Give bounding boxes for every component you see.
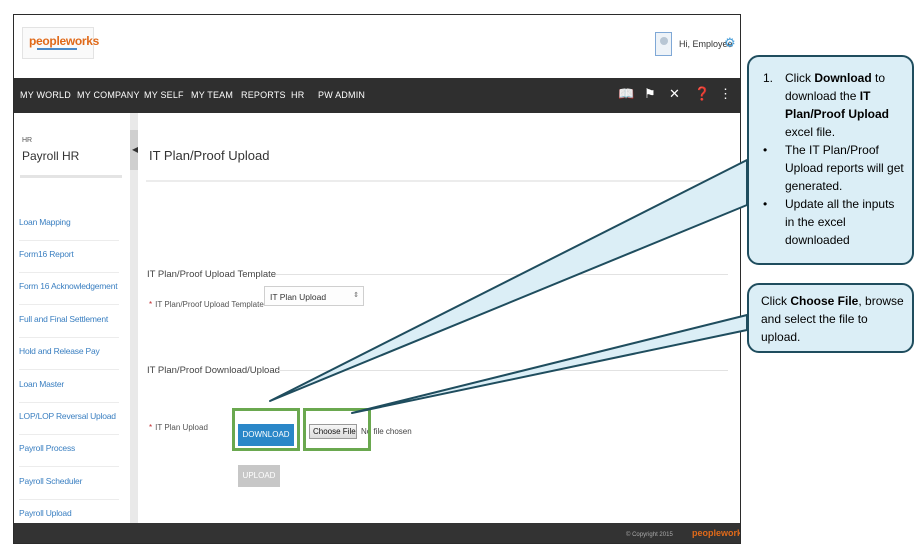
callout-bullet: • The IT Plan/Proof Upload reports will … [759,141,904,195]
nav-reports[interactable]: REPORTS [241,90,286,100]
download-callout: 1. Click Download to download the IT Pla… [747,55,914,265]
plan-upload-label-text: IT Plan Upload [155,423,208,432]
template-section-rule [276,274,728,275]
callout-bullet: • Update all the inputs in the excel dow… [759,195,904,249]
required-note-text: Req [684,208,699,217]
logo-underline [37,48,77,50]
bullet-mark: • [763,143,768,157]
step-prefix: Click [785,71,815,85]
sidebar-item-loan-master[interactable]: Loan Master [19,371,119,403]
footer: © Copyright 2015 peopleworks [14,523,740,543]
download-highlight-box [232,408,300,451]
company-logo[interactable]: peopleworks [22,27,99,59]
select-arrows-icon: ⇕ [353,292,359,299]
required-star: * [149,423,153,432]
required-star: * [149,300,153,309]
template-select-value: IT Plan Upload [270,292,327,302]
title-divider [146,180,726,182]
choose-file-callout: Click Choose File, browse and select the… [747,283,914,353]
download-section-heading: IT Plan/Proof Download/Upload [147,365,280,376]
bullet-mark: • [763,197,768,211]
step-suffix: excel file. [785,125,836,139]
template-select[interactable]: IT Plan Upload ⇕ [264,286,364,306]
choose-file-highlight-box [303,408,371,451]
logo-text: peopleworks [29,34,100,48]
bullet-text: Update all the inputs in the excel downl… [785,197,895,247]
sidebar-item-payroll-scheduler[interactable]: Payroll Scheduler [19,468,119,500]
step-text: Click Download to download the IT Plan/P… [785,69,904,141]
tools-icon[interactable]: ✕ [669,87,680,101]
footer-logo: peopleworks [692,528,740,538]
nav-my-team[interactable]: MY TEAM [191,90,233,100]
step-bold-download: Download [814,71,872,85]
required-note: * Req [678,208,699,217]
flag-icon[interactable]: ⚑ [644,87,656,101]
plan-upload-label: * IT Plan Upload [149,423,208,432]
choose-bold: Choose File [790,294,859,308]
template-label-text: IT Plan/Proof Upload Template [155,300,264,309]
nav-my-world[interactable]: MY WORLD [20,90,71,100]
download-section-rule [276,370,728,371]
sidebar-item-form16-report[interactable]: Form16 Report [19,241,119,273]
gear-icon[interactable]: ⚙ [724,36,736,49]
avatar[interactable] [655,32,672,56]
top-bar: peopleworks Hi, Employee ⚙ [14,15,740,78]
nav-hr[interactable]: HR [291,90,304,100]
sidebar-item-full-final-settlement[interactable]: Full and Final Settlement [19,306,119,338]
main-content: IT Plan/Proof Upload * Req IT Plan/Proof … [138,113,740,523]
sidebar-item-loan-mapping[interactable]: Loan Mapping [19,209,119,241]
main-navigation: MY WORLD MY COMPANY MY SELF MY TEAM REPO… [14,78,740,113]
callout-step: 1. Click Download to download the IT Pla… [759,69,904,141]
page-title: IT Plan/Proof Upload [149,148,270,163]
template-field-label: * IT Plan/Proof Upload Template [149,300,264,309]
sidebar-divider [20,175,122,178]
sidebar-item-hold-release-pay[interactable]: Hold and Release Pay [19,338,119,370]
nav-pw-admin[interactable]: PW ADMIN [318,90,365,100]
sidebar-title: Payroll HR [22,149,80,163]
bullet-text: The IT Plan/Proof Upload reports will ge… [785,143,904,193]
choose-prefix: Click [761,294,791,308]
help-icon[interactable]: ❓ [694,87,710,101]
step-number: 1. [763,71,774,85]
nav-my-company[interactable]: MY COMPANY [77,90,140,100]
sidebar: HR Payroll HR Loan Mapping Form16 Report… [14,113,130,523]
template-section-heading: IT Plan/Proof Upload Template [147,269,277,280]
sidebar-collapse-track[interactable] [130,113,138,523]
book-icon[interactable]: 📖 [618,87,634,101]
sidebar-module: HR [22,137,33,144]
sidebar-item-payroll-process[interactable]: Payroll Process [19,435,119,467]
copyright-text: © Copyright 2015 [626,532,673,538]
required-star: * [678,208,682,217]
sidebar-item-form16-acknowledgement[interactable]: Form 16 Acknowledgement [19,273,119,305]
share-icon[interactable]: ⋮ [719,87,732,101]
app-window: peopleworks Hi, Employee ⚙ MY WORLD MY C… [13,14,741,544]
nav-my-self[interactable]: MY SELF [144,90,184,100]
sidebar-item-lop-reversal-upload[interactable]: LOP/LOP Reversal Upload [19,403,119,435]
upload-button[interactable]: UPLOAD [238,465,280,487]
